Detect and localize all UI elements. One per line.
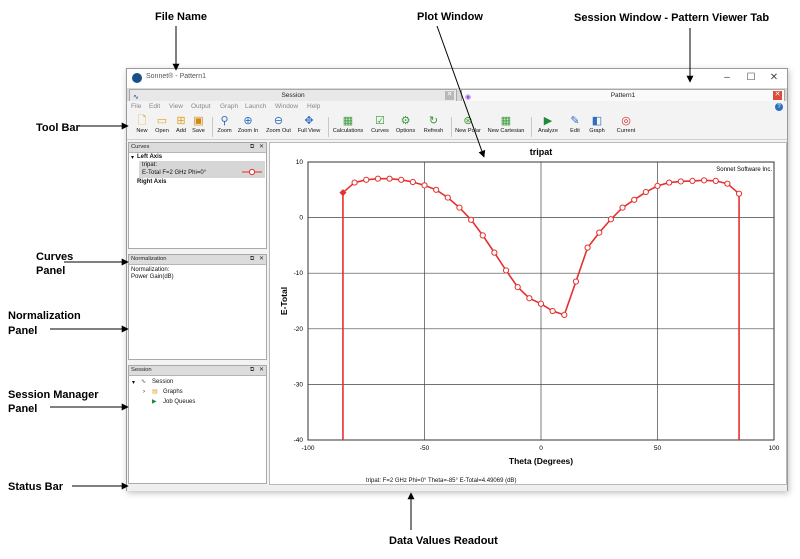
plot-window-arrow (436, 25, 486, 158)
annotated-screenshot: File Name Plot Window Session Window - P… (0, 0, 800, 559)
annotation-arrows (50, 25, 694, 530)
